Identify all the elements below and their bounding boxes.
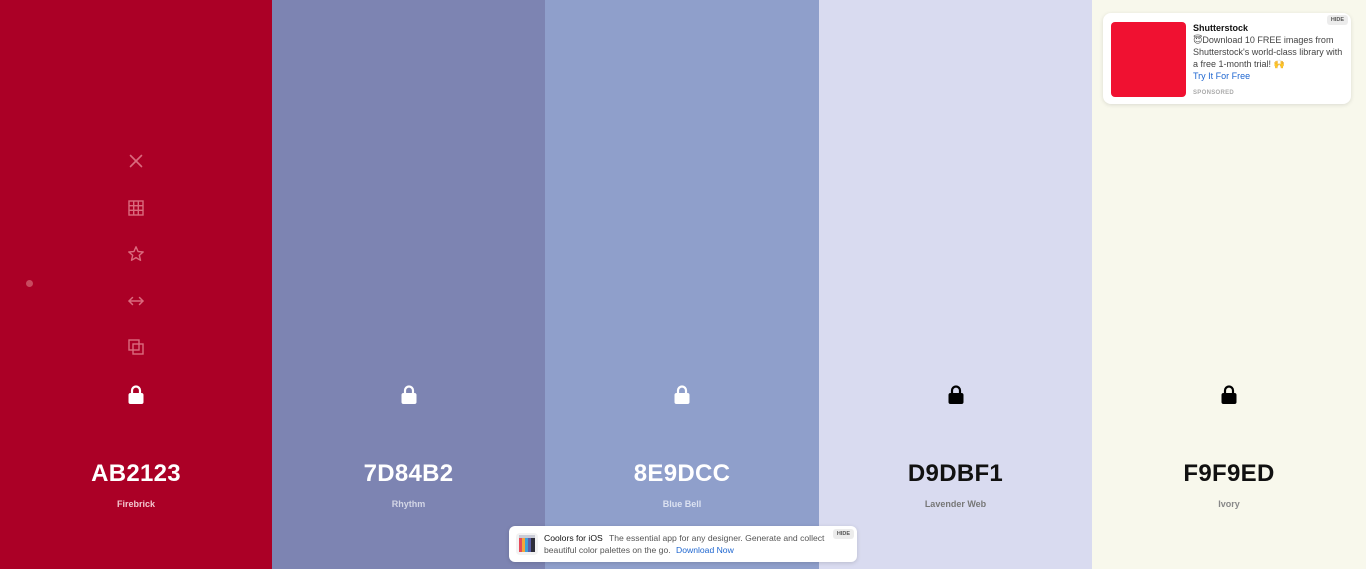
ad-hide-button[interactable]: HIDE: [1326, 15, 1348, 25]
hex-code[interactable]: 8E9DCC: [545, 460, 819, 488]
swatch-lavender-web[interactable]: D9DBF1 Lavender Web: [819, 0, 1092, 569]
lock-icon[interactable]: [1220, 385, 1238, 405]
ad-cta-link[interactable]: Try It For Free: [1193, 71, 1250, 81]
ad-body: 😇Download 10 FREE images from Shuttersto…: [1193, 35, 1343, 69]
lock-icon[interactable]: [673, 385, 691, 405]
arrows-horizontal-icon[interactable]: [126, 291, 146, 311]
hex-code[interactable]: D9DBF1: [819, 460, 1092, 488]
sponsored-label: SPONSORED: [1193, 90, 1235, 96]
lock-icon[interactable]: [947, 385, 965, 405]
ios-banner-text: Coolors for iOS The essential app for an…: [544, 532, 834, 556]
close-icon[interactable]: [126, 151, 146, 171]
hex-code[interactable]: F9F9ED: [1092, 460, 1366, 488]
color-name[interactable]: Firebrick: [0, 499, 272, 509]
lock-icon[interactable]: [127, 385, 145, 405]
ad-thumbnail[interactable]: [1111, 22, 1186, 97]
app-icon: [516, 533, 538, 555]
sponsored-ad[interactable]: Shutterstock 😇Download 10 FREE images fr…: [1103, 13, 1351, 104]
download-now-link[interactable]: Download Now: [676, 545, 734, 555]
ios-banner-hide-button[interactable]: HIDE: [832, 529, 854, 539]
hex-code[interactable]: 7D84B2: [272, 460, 545, 488]
star-icon[interactable]: [126, 244, 146, 264]
swatch-toolbar: [124, 151, 148, 384]
ios-app-banner[interactable]: Coolors for iOS The essential app for an…: [509, 526, 857, 562]
hex-code[interactable]: AB2123: [0, 460, 272, 488]
lock-icon[interactable]: [400, 385, 418, 405]
ios-banner-title: Coolors for iOS: [544, 533, 603, 543]
ad-title[interactable]: Shutterstock: [1193, 23, 1248, 33]
grid-icon[interactable]: [126, 198, 146, 218]
swatch-rhythm[interactable]: 7D84B2 Rhythm: [272, 0, 545, 569]
color-name[interactable]: Blue Bell: [545, 499, 819, 509]
color-name[interactable]: Lavender Web: [819, 499, 1092, 509]
copy-icon[interactable]: [126, 337, 146, 357]
drag-handle[interactable]: [26, 280, 33, 287]
swatch-blue-bell[interactable]: 8E9DCC Blue Bell: [545, 0, 819, 569]
color-name[interactable]: Ivory: [1092, 499, 1366, 509]
swatch-firebrick[interactable]: AB2123 Firebrick: [0, 0, 272, 569]
color-name[interactable]: Rhythm: [272, 499, 545, 509]
